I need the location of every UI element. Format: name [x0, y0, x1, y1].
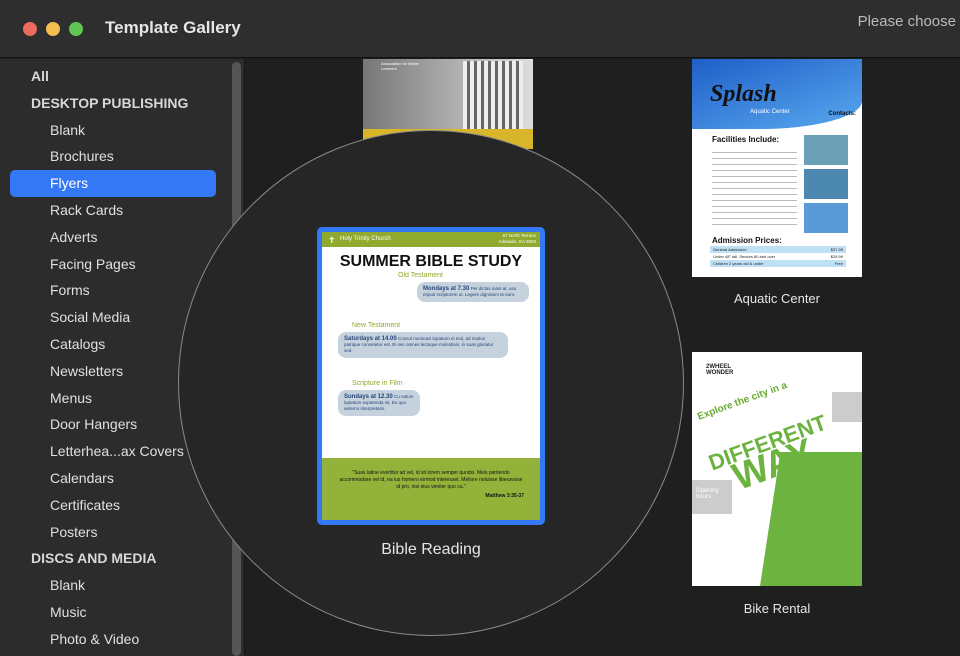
- window-title: Template Gallery: [105, 18, 241, 37]
- template-label-bike-rental[interactable]: Bike Rental: [692, 601, 862, 616]
- template-label-aquatic-center[interactable]: Aquatic Center: [692, 291, 862, 306]
- sidebar-item[interactable]: Calendars: [10, 465, 216, 492]
- sidebar-item[interactable]: Posters: [10, 519, 216, 546]
- section-box: Saturdays at 14.00 Consul nominavi lupta…: [338, 332, 508, 358]
- template-thumb-bible-reading[interactable]: ✝ Holy Trinity Church 67 North Terrace A…: [317, 227, 545, 525]
- magnifier-lens: ✝ Holy Trinity Church 67 North Terrace A…: [178, 130, 684, 636]
- sidebar-item[interactable]: Flyers: [10, 170, 216, 198]
- price-label: General Admission: [713, 247, 747, 252]
- title-bar: Template Gallery Please choose: [0, 0, 960, 58]
- price-row: General Admission $37.99: [710, 246, 846, 253]
- section-box: Sundays at 12.30 Cu natum luptatum expet…: [338, 390, 420, 416]
- template-thumb-bike-rental[interactable]: 2WHEEL WONDER Explore the city in a DIFF…: [692, 352, 862, 586]
- section-heading: Scripture in Film: [352, 380, 403, 387]
- sidebar-item[interactable]: Adverts: [10, 224, 216, 251]
- sidebar-item[interactable]: Music: [10, 599, 216, 626]
- sidebar-item[interactable]: Forms: [10, 277, 216, 304]
- sidebar-section-header[interactable]: DESKTOP PUBLISHING: [10, 90, 216, 117]
- section-heading: New Testament: [352, 322, 401, 329]
- price-value: $37.99: [830, 247, 843, 252]
- sidebar-item[interactable]: Photo & Video: [10, 626, 216, 653]
- sidebar-item[interactable]: Rack Cards: [10, 197, 216, 224]
- sidebar-item[interactable]: Brochures: [10, 143, 216, 170]
- price-label: Under 48" tall, Seniors 60 and over: [713, 254, 776, 259]
- template-label-bible-reading[interactable]: Bible Reading: [317, 541, 545, 559]
- price-row: Under 48" tall, Seniors 60 and over $28.9…: [710, 253, 846, 260]
- instruction-text: Please choose: [857, 13, 956, 30]
- price-value: $28.99: [830, 254, 843, 259]
- sidebar-section-header[interactable]: DISCS AND MEDIA: [10, 545, 216, 572]
- sidebar-item[interactable]: Certificates: [10, 492, 216, 519]
- sidebar-item[interactable]: Blank: [10, 117, 216, 144]
- template-thumb-aquatic-center[interactable]: Splash Aquatic Center Contacts: Faciliti…: [692, 59, 862, 277]
- section-heading: Old Testament: [398, 272, 444, 279]
- minimize-button[interactable]: [46, 22, 60, 36]
- price-row: Children 2 years old & under Free: [710, 260, 846, 267]
- section-box: Mondays at 7.30 Per dictas inani at, usu…: [417, 282, 529, 302]
- close-button[interactable]: [23, 22, 37, 36]
- sidebar-item[interactable]: Blank: [10, 572, 216, 599]
- price-value: Free: [834, 261, 843, 266]
- sidebar-item[interactable]: Facing Pages: [10, 251, 216, 278]
- cross-icon: ✝: [328, 235, 336, 245]
- zoom-button[interactable]: [69, 22, 83, 36]
- sidebar-section-header[interactable]: All: [10, 63, 216, 90]
- price-label: Children 2 years old & under: [713, 261, 764, 266]
